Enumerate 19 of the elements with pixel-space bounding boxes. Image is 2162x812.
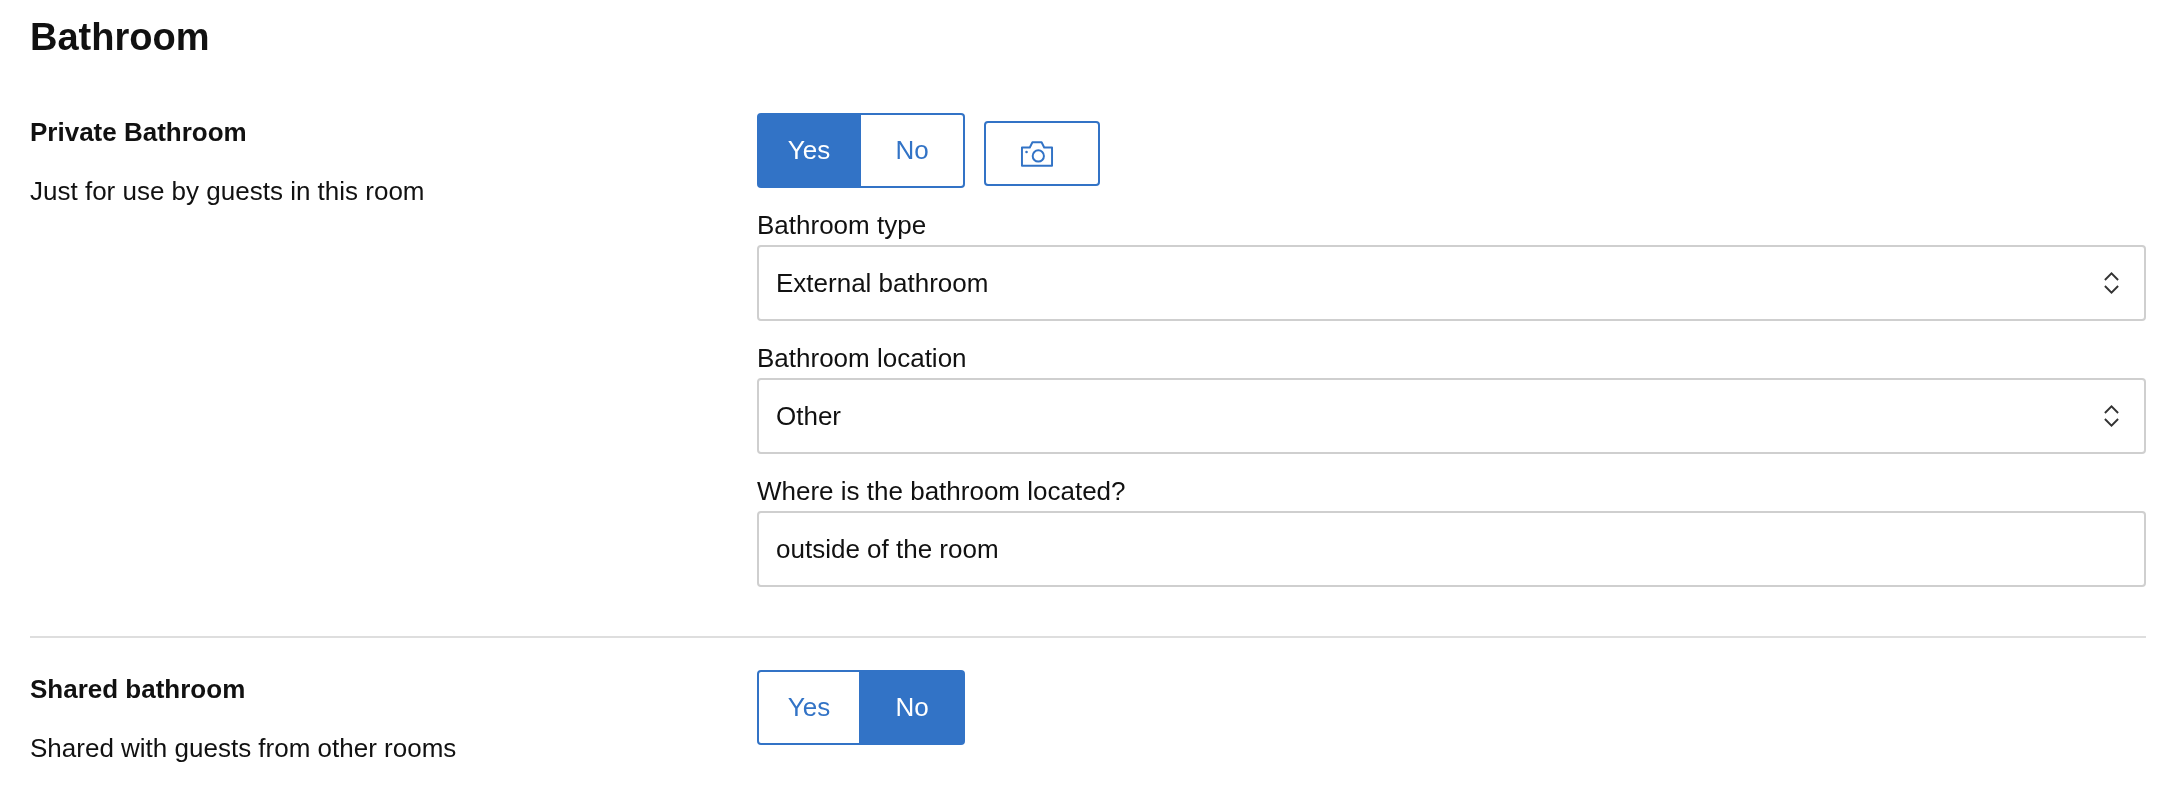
field-label: Bathroom location [757,343,967,374]
updown-chevron-icon [2103,404,2120,428]
photo-button[interactable] [984,121,1100,186]
setting-description: Shared with guests from other rooms [30,733,457,764]
toggle-option[interactable]: Yes [757,113,861,188]
dropdown-field[interactable]: External bathroom [757,245,2146,321]
dropdown-field[interactable]: Other [757,378,2146,454]
section-heading: Bathroom [30,15,210,60]
toggle-option[interactable]: No [861,113,965,188]
updown-chevron-icon [2103,271,2120,295]
setting-title: Shared bathroom [30,674,246,705]
toggle-option[interactable]: No [861,670,965,745]
setting-title: Private Bathroom [30,117,247,148]
camera-icon [1020,139,1054,168]
field-label: Bathroom type [757,210,927,241]
text-field[interactable]: outside of the room [757,511,2146,587]
setting-description: Just for use by guests in this room [30,176,425,207]
toggle-option[interactable]: Yes [757,670,861,745]
field-label: Where is the bathroom located? [757,476,1126,507]
